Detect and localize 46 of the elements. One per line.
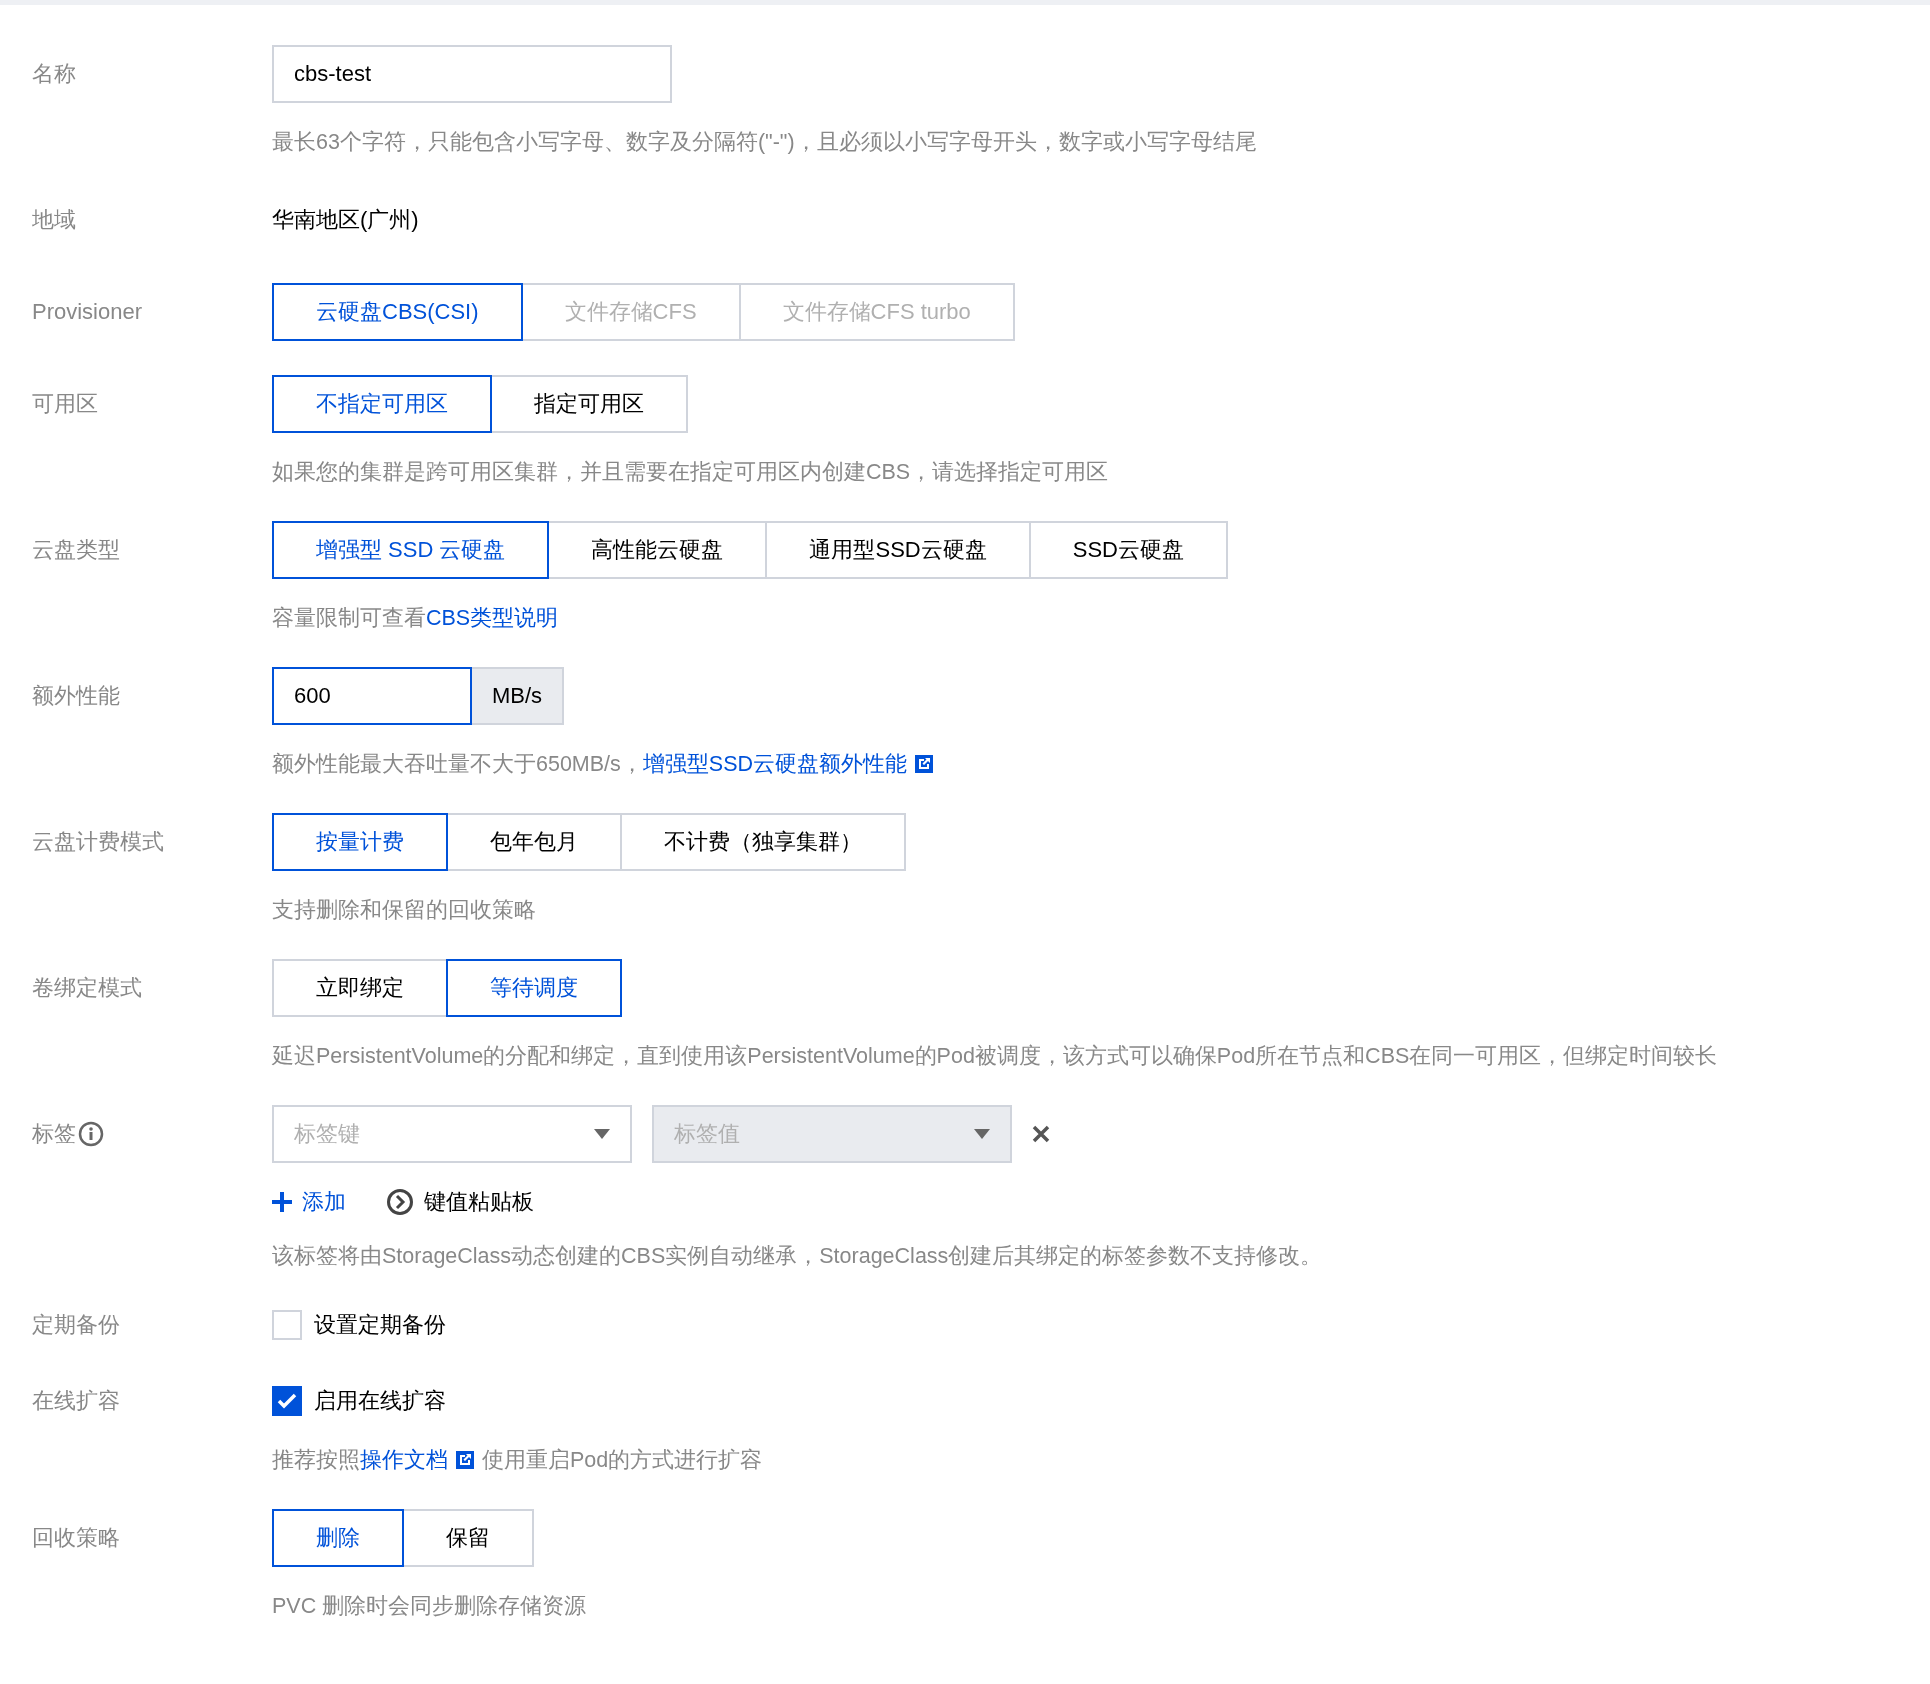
checkbox-option[interactable]: 启用在线扩容 (272, 1381, 1930, 1421)
segment-option[interactable]: 不指定可用区 (272, 375, 492, 433)
field-label: 定期备份 (32, 1311, 120, 1339)
hint-text: 推荐按照操作文档 使用重启Pod的方式进行扩容 (272, 1447, 764, 1474)
field-label: 云盘计费模式 (32, 828, 164, 856)
paste-button[interactable]: 键值粘贴板 (386, 1187, 534, 1217)
hint-text: PVC 删除时会同步删除存储资源 (272, 1593, 588, 1620)
hint-text: 延迟PersistentVolume的分配和绑定，直到使用该PersistentVolume的Pod被调度，该方式可以确保Pod所在节点和CBS在同一可用区，但绑定时间较长 (272, 1043, 1719, 1070)
field-label: 额外性能 (32, 682, 120, 710)
segment-option[interactable]: 高性能云硬盘 (547, 521, 768, 579)
segment-option[interactable]: 云硬盘CBS(CSI) (272, 283, 523, 341)
segment-option[interactable]: SSD云硬盘 (1028, 521, 1228, 579)
hint-text: 容量限制可查看CBS类型说明 (272, 605, 560, 632)
segment-option[interactable]: 不计费（独享集群） (620, 813, 906, 871)
field-label: 回收策略 (32, 1524, 120, 1552)
segment-option[interactable]: 删除 (272, 1509, 404, 1567)
checkbox-option[interactable]: 设置定期备份 (272, 1305, 1930, 1345)
hint-text: 最长63个字符，只能包含小写字母、数字及分隔符("-")，且必须以小写字母开头，数字或小写字母结尾 (272, 129, 1258, 156)
text-input-field[interactable]: 600 (272, 667, 472, 725)
segment-option[interactable]: 立即绑定 (272, 959, 448, 1017)
segment-option[interactable]: 指定可用区 (490, 375, 688, 433)
field-label: 地域 (32, 206, 76, 234)
hint-text: 如果您的集群是跨可用区集群，并且需要在指定可用区内创建CBS，请选择指定可用区 (272, 459, 1110, 486)
add-button[interactable]: 添加 (272, 1187, 346, 1217)
segment-option[interactable]: 按量计费 (272, 813, 448, 871)
text-input-field[interactable]: cbs-test (272, 45, 672, 103)
field-label: 可用区 (32, 390, 98, 418)
link[interactable]: CBS类型说明 (426, 606, 559, 630)
segment-option[interactable]: 通用型SSD云硬盘 (765, 521, 1031, 579)
region-value: 华南地区(广州) (272, 207, 419, 232)
field-label: 名称 (32, 60, 76, 88)
hint-text: 支持删除和保留的回收策略 (272, 897, 537, 924)
field-label: 标签 (32, 1120, 76, 1148)
segment-option[interactable]: 等待调度 (446, 959, 622, 1017)
segment-option[interactable]: 增强型 SSD 云硬盘 (272, 521, 550, 579)
field-label: 在线扩容 (32, 1387, 120, 1415)
field-label: 卷绑定模式 (32, 974, 142, 1002)
hint-text: 该标签将由StorageClass动态创建的CBS实例自动继承，StorageClass创建后其绑定的标签参数不支持修改。 (272, 1243, 1324, 1270)
hint-text: 额外性能最大吞吐量不大于650MB/s，增强型SSD云硬盘额外性能 (272, 749, 1930, 779)
field-label: Provisioner (32, 298, 143, 326)
link[interactable]: 增强型SSD云硬盘额外性能 (642, 752, 942, 776)
link[interactable]: 操作文档 (360, 1448, 482, 1472)
unit-addon: MB/s (472, 667, 565, 725)
field-label: 云盘类型 (32, 536, 120, 564)
segment-option[interactable]: 包年包月 (446, 813, 622, 871)
segment-option[interactable]: 保留 (402, 1509, 534, 1567)
